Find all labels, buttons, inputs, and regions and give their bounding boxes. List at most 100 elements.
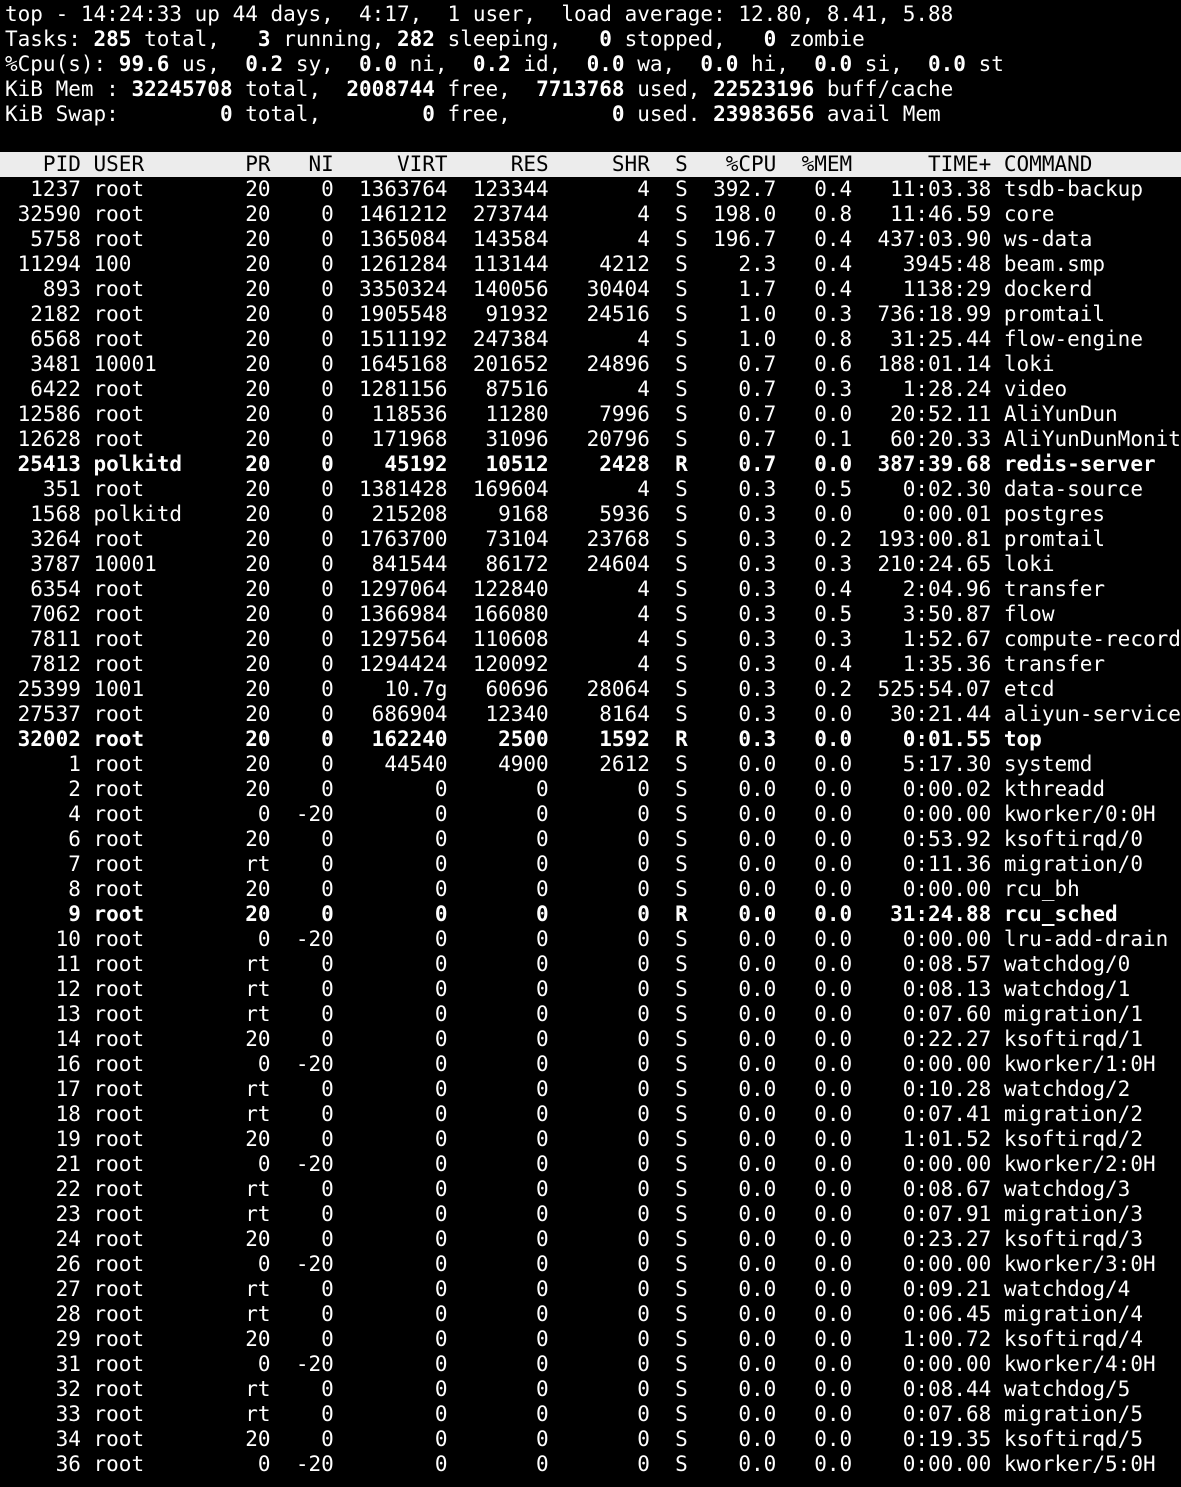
cell-pid: 1568 (5, 502, 94, 526)
cell-command: compute-record (1003, 627, 1181, 651)
cell-s: S (662, 752, 701, 776)
cell-virt: 1905548 (346, 302, 461, 326)
cell-pid: 26 (5, 1252, 94, 1276)
process-row: 3481 10001 20 0 1645168 201652 24896 S 0… (5, 352, 1181, 377)
cell-virt: 3350324 (346, 277, 461, 301)
cell-res: 0 (460, 1127, 562, 1151)
cell-time: 0:11.36 (864, 852, 1004, 876)
cell-command: transfer (1003, 652, 1106, 676)
cell-ni: 0 (283, 627, 347, 651)
cell-virt: 0 (346, 927, 461, 951)
cell-shr: 0 (561, 1002, 663, 1026)
cell-pr: rt (219, 1202, 284, 1226)
cell-virt: 841544 (346, 552, 461, 576)
header-user: USER (93, 152, 220, 176)
cell-res: 0 (460, 1202, 562, 1226)
cell-ni: 0 (283, 1277, 347, 1301)
cell-ni: -20 (283, 1252, 347, 1276)
cell-pid: 6422 (5, 377, 94, 401)
cell-mem: 0.0 (788, 1427, 865, 1451)
cell-virt: 0 (346, 977, 461, 1001)
cell-cpu: 2.3 (700, 252, 789, 276)
cell-ni: 0 (283, 952, 347, 976)
cell-res: 0 (460, 1052, 562, 1076)
header-res: RES (460, 152, 562, 176)
cell-ni: 0 (283, 477, 347, 501)
cell-shr: 4 (561, 377, 663, 401)
cell-mem: 0.0 (788, 402, 865, 426)
cell-time: 0:09.21 (864, 1277, 1004, 1301)
cell-virt: 0 (346, 1277, 461, 1301)
cell-time: 3945:48 (864, 252, 1004, 276)
swap-avail-mem: 23983656 (713, 102, 815, 126)
cell-res: 0 (460, 1277, 562, 1301)
cell-virt: 0 (346, 1227, 461, 1251)
cpu-si: 0.0 (814, 52, 853, 76)
cell-virt: 0 (346, 777, 461, 801)
cell-command: watchdog/3 (1003, 1177, 1131, 1201)
cell-shr: 0 (561, 977, 663, 1001)
tasks-running-label: running, (270, 27, 397, 51)
tasks-label: Tasks: (5, 27, 94, 51)
cell-shr: 4 (561, 577, 663, 601)
cell-shr: 0 (561, 1352, 663, 1376)
cell-res: 0 (460, 1077, 562, 1101)
tasks-zombie-label: zombie (776, 27, 865, 51)
cell-cpu: 0.3 (700, 677, 789, 701)
process-row: 36 root 0 -20 0 0 0 S 0.0 0.0 0:00.00 kw… (5, 1452, 1181, 1477)
cell-time: 0:08.57 (864, 952, 1004, 976)
cell-ni: 0 (283, 1077, 347, 1101)
cell-virt: 0 (346, 952, 461, 976)
cell-mem: 0.0 (788, 852, 865, 876)
process-row: 7811 root 20 0 1297564 110608 4 S 0.3 0.… (5, 627, 1181, 652)
cell-cpu: 0.0 (700, 1002, 789, 1026)
cell-s: S (662, 327, 701, 351)
cell-cpu: 0.0 (700, 1027, 789, 1051)
cell-res: 0 (460, 952, 562, 976)
cell-pr: 0 (219, 1252, 284, 1276)
cell-command: systemd (1003, 752, 1093, 776)
cell-user: root (93, 1202, 220, 1226)
cell-user: root (93, 1102, 220, 1126)
process-row: 17 root rt 0 0 0 0 S 0.0 0.0 0:10.28 wat… (5, 1077, 1181, 1102)
cpu-si-label: si, (852, 52, 929, 76)
cell-pr: 20 (219, 377, 284, 401)
cell-command: ksoftirqd/0 (1003, 827, 1143, 851)
cell-cpu: 0.0 (700, 927, 789, 951)
cell-pid: 27537 (5, 702, 94, 726)
cell-pr: 20 (219, 302, 284, 326)
cell-cpu: 0.0 (700, 1252, 789, 1276)
process-row: 7 root rt 0 0 0 0 S 0.0 0.0 0:11.36 migr… (5, 852, 1181, 877)
cell-cpu: 0.3 (700, 577, 789, 601)
cell-cpu: 0.3 (700, 627, 789, 651)
cell-ni: 0 (283, 877, 347, 901)
cell-pid: 7062 (5, 602, 94, 626)
cell-ni: 0 (283, 552, 347, 576)
cell-s: S (662, 1102, 701, 1126)
cell-pr: 20 (219, 252, 284, 276)
cell-time: 0:22.27 (864, 1027, 1004, 1051)
cell-pid: 6 (5, 827, 94, 851)
cell-virt: 1261284 (346, 252, 461, 276)
cell-command: rcu_bh (1003, 877, 1080, 901)
cell-command: core (1003, 202, 1055, 226)
cell-s: S (662, 927, 701, 951)
cell-command: tsdb-backup (1003, 177, 1143, 201)
cell-pid: 6568 (5, 327, 94, 351)
tasks-sleeping-label: sleeping, (434, 27, 600, 51)
cell-s: S (662, 1452, 701, 1476)
cell-s: S (662, 1327, 701, 1351)
cell-mem: 0.2 (788, 527, 865, 551)
cell-time: 0:00.00 (864, 877, 1004, 901)
cell-s: S (662, 202, 701, 226)
cell-shr: 0 (561, 1077, 663, 1101)
cell-pid: 25399 (5, 677, 94, 701)
cell-ni: 0 (283, 752, 347, 776)
cell-ni: 0 (283, 402, 347, 426)
cell-command: promtail (1003, 527, 1106, 551)
mem-used-label: used, (624, 77, 714, 101)
cell-mem: 0.0 (788, 1402, 865, 1426)
cell-pr: 20 (219, 777, 284, 801)
cell-virt: 0 (346, 852, 461, 876)
cell-ni: -20 (283, 1052, 347, 1076)
